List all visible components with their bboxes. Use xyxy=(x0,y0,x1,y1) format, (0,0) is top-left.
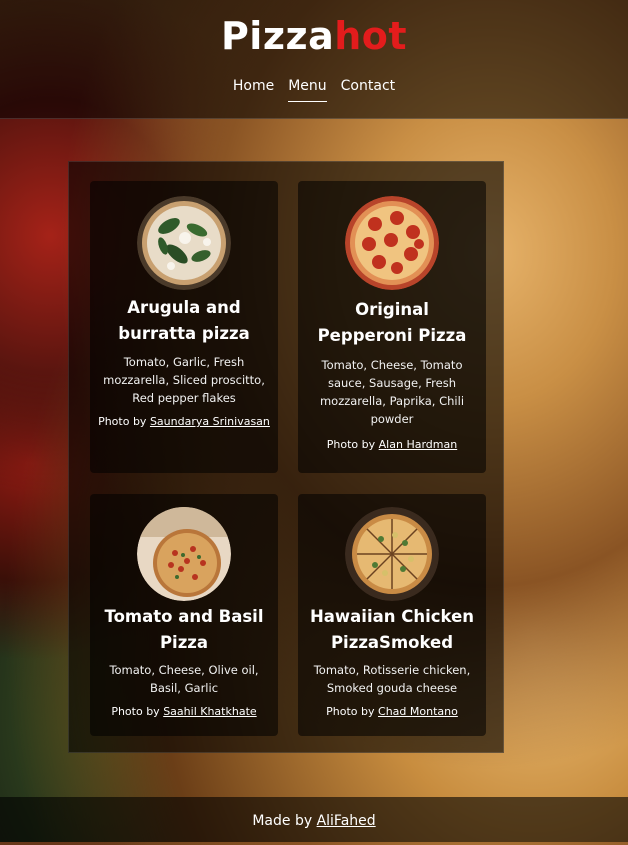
menu-card-pepperoni: Original Pepperoni Pizza Tomato, Cheese,… xyxy=(298,181,486,473)
photo-credit: Photo by Saahil Khatkhate xyxy=(98,703,270,720)
menu-item-ingredients: Tomato, Cheese, Tomato sauce, Sausage, F… xyxy=(319,358,465,426)
main-nav: Home Menu Contact xyxy=(0,78,628,102)
site-footer: Made by AliFahed xyxy=(0,797,628,842)
photographer-link[interactable]: Saahil Khatkhate xyxy=(163,705,256,718)
menu-item-title: Original Pepperoni Pizza xyxy=(317,300,467,345)
nav-home-link[interactable]: Home xyxy=(233,78,274,102)
menu-item-title: Hawaiian Chicken PizzaSmoked xyxy=(309,607,475,652)
menu-card-hawaiian-chicken: Hawaiian Chicken PizzaSmoked Tomato, Rot… xyxy=(298,494,486,736)
photo-credit: Photo by Alan Hardman xyxy=(306,436,478,453)
pizza-photo-hawaiian-chicken xyxy=(345,507,439,601)
menu-item-ingredients: Tomato, Cheese, Olive oil, Basil, Garlic xyxy=(109,663,259,695)
nav-menu-link[interactable]: Menu xyxy=(288,78,327,102)
menu-card-tomato-basil: Tomato and Basil Pizza Tomato, Cheese, O… xyxy=(90,494,278,736)
site-logo[interactable]: Pizzahot xyxy=(0,14,628,58)
logo-word-pizza: Pizza xyxy=(220,14,335,58)
menu-item-title: Tomato and Basil Pizza xyxy=(104,607,264,652)
pizza-photo-tomato-basil xyxy=(137,507,231,601)
credit-prefix: Photo by xyxy=(326,438,376,451)
menu-item-ingredients: Tomato, Rotisserie chicken, Smoked gouda… xyxy=(313,663,471,695)
credit-prefix: Photo by xyxy=(111,705,160,718)
credit-prefix: Photo by xyxy=(98,415,147,428)
photographer-link[interactable]: Saundarya Srinivasan xyxy=(150,415,270,428)
photo-credit: Photo by Saundarya Srinivasan xyxy=(98,413,270,430)
pizza-photo-arugula xyxy=(137,196,231,290)
menu-panel: Arugula and burratta pizza Tomato, Garli… xyxy=(68,161,504,753)
photo-credit: Photo by Chad Montano xyxy=(306,703,478,720)
menu-item-ingredients: Tomato, Garlic, Fresh mozzarella, Sliced… xyxy=(103,355,265,405)
logo-word-hot: hot xyxy=(334,14,408,58)
menu-item-title: Arugula and burratta pizza xyxy=(118,298,250,343)
menu-card-arugula: Arugula and burratta pizza Tomato, Garli… xyxy=(90,181,278,473)
photographer-link[interactable]: Alan Hardman xyxy=(379,438,458,451)
nav-contact-link[interactable]: Contact xyxy=(341,78,395,102)
site-header: Pizzahot Home Menu Contact xyxy=(0,0,628,119)
author-link[interactable]: AliFahed xyxy=(317,813,376,829)
pizza-photo-pepperoni xyxy=(345,196,439,290)
footer-prefix: Made by xyxy=(252,813,313,829)
credit-prefix: Photo by xyxy=(326,705,375,718)
photographer-link[interactable]: Chad Montano xyxy=(378,705,458,718)
